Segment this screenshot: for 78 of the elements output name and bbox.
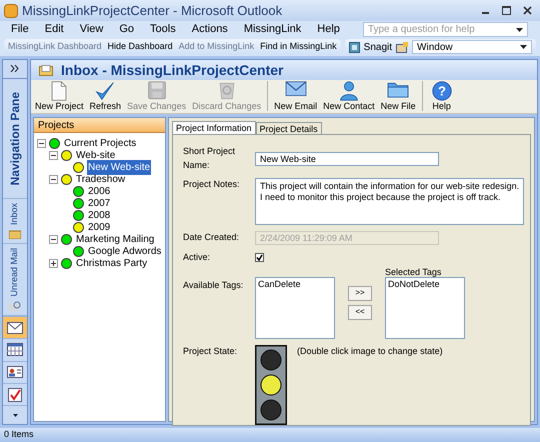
toolbar-button[interactable]: New Project xyxy=(35,79,84,112)
menu-item[interactable]: View xyxy=(76,21,106,38)
folder-title: Inbox - MissingLinkProjectCenter xyxy=(61,60,284,80)
task-checkmark-icon[interactable] xyxy=(8,387,22,402)
traffic-light-drawing[interactable] xyxy=(255,344,287,424)
menu-item[interactable]: Actions xyxy=(188,21,231,38)
field-label: Project State: xyxy=(183,344,238,358)
collapse-toggle-icon[interactable] xyxy=(49,174,58,184)
dropdown-arrow-icon[interactable] xyxy=(516,28,523,32)
tree-item[interactable]: 2007 xyxy=(87,196,112,210)
window-title: MissingLinkProjectCenter - Microsoft Outlook xyxy=(22,2,284,20)
configure-buttons-icon[interactable] xyxy=(12,414,18,417)
maximize-icon[interactable] xyxy=(502,6,511,15)
collapse-toggle-icon[interactable] xyxy=(49,234,58,244)
menu-item[interactable]: Go xyxy=(116,21,138,38)
snagit-icon[interactable] xyxy=(348,42,360,52)
list-item[interactable]: CanDelete xyxy=(258,278,332,291)
close-icon[interactable] xyxy=(523,6,532,15)
field-label: Active: xyxy=(183,251,212,264)
nav-shortcut-button[interactable]: Inbox xyxy=(3,199,27,244)
tree-item[interactable]: 2008 xyxy=(87,208,112,222)
list-box[interactable]: CanDelete xyxy=(255,276,335,338)
contact-card-icon[interactable] xyxy=(7,366,23,378)
menu-item[interactable]: Help xyxy=(314,21,343,38)
expand-chevron-icon[interactable] xyxy=(10,65,20,72)
hint-text: (Double click image to change state) xyxy=(296,344,443,358)
tree-item[interactable]: 2009 xyxy=(87,220,112,234)
dropdown-arrow-icon[interactable] xyxy=(520,45,527,49)
toolbar-button[interactable]: New Email xyxy=(274,79,318,112)
menu-item[interactable]: Edit xyxy=(42,21,67,38)
collapse-toggle-icon[interactable] xyxy=(37,138,46,148)
field-label: Date Created: xyxy=(183,231,240,244)
folder-icon xyxy=(9,229,21,240)
snagit-button[interactable]: Snagit xyxy=(364,40,392,54)
tree-item[interactable]: Marketing Mailing xyxy=(75,232,156,246)
menu-item[interactable]: File xyxy=(8,21,32,38)
tree-item[interactable]: 2006 xyxy=(87,184,112,198)
magnifier-folder-icon xyxy=(9,300,21,311)
menu-item[interactable]: Tools xyxy=(147,21,179,38)
navigation-pane-title: Navigation Pane xyxy=(7,92,23,186)
collapse-toggle-icon[interactable] xyxy=(49,150,58,160)
inbox-folder-icon xyxy=(39,64,53,76)
toolbar-button[interactable]: Find in MissingLink xyxy=(260,40,337,54)
checkbox[interactable] xyxy=(255,253,264,262)
panel-header: Projects xyxy=(34,118,165,133)
outlook-app-icon xyxy=(4,4,18,18)
field-label: Selected Tags xyxy=(385,266,442,276)
move-button[interactable]: << xyxy=(348,304,372,320)
toolbar-button[interactable]: Refresh xyxy=(90,79,122,112)
tree-item[interactable]: Google Adwords xyxy=(87,244,162,258)
move-button[interactable]: >> xyxy=(348,286,372,300)
field-label: Available Tags: xyxy=(183,278,244,292)
capture-settings-icon[interactable] xyxy=(396,42,408,52)
list-box[interactable]: DoNotDelete xyxy=(385,276,465,338)
tree-item[interactable]: Web-site xyxy=(75,148,116,162)
help-search-field[interactable]: Type a question for help xyxy=(362,22,528,37)
capture-mode-dropdown[interactable]: Window xyxy=(412,40,532,54)
input-field[interactable]: New Web-site xyxy=(255,152,439,166)
toolbar-button[interactable]: Hide Dashboard xyxy=(108,40,173,54)
field-label: Project Notes: xyxy=(183,178,241,191)
tab[interactable]: Project Information xyxy=(172,121,256,134)
list-item[interactable]: DoNotDelete xyxy=(388,278,462,291)
text-area[interactable]: This project will contain the information for our web-site redesign. I need to monitor this project because the project is off track. xyxy=(255,178,524,225)
toolbar-button[interactable]: New File xyxy=(380,79,416,112)
tab[interactable]: Project Details xyxy=(256,122,322,134)
tree-item[interactable]: New Web-site xyxy=(87,160,152,174)
tree-item[interactable]: Christmas Party xyxy=(75,256,148,270)
status-text: 0 Items xyxy=(4,428,34,442)
nav-shortcut-button[interactable]: Unread Mail xyxy=(3,244,27,316)
tree-item[interactable]: Tradeshow xyxy=(75,172,126,186)
tree-item[interactable]: Current Projects xyxy=(63,136,138,150)
field-label: Short Project Name: xyxy=(183,145,236,172)
calendar-icon[interactable] xyxy=(7,343,23,356)
mail-icon[interactable] xyxy=(7,322,23,334)
toolbar-button[interactable]: New Contact xyxy=(323,79,375,112)
toolbar-button[interactable]: ? Help xyxy=(428,79,455,112)
menu-item[interactable]: MissingLink xyxy=(240,21,304,38)
expand-toggle-icon[interactable] xyxy=(49,258,58,268)
